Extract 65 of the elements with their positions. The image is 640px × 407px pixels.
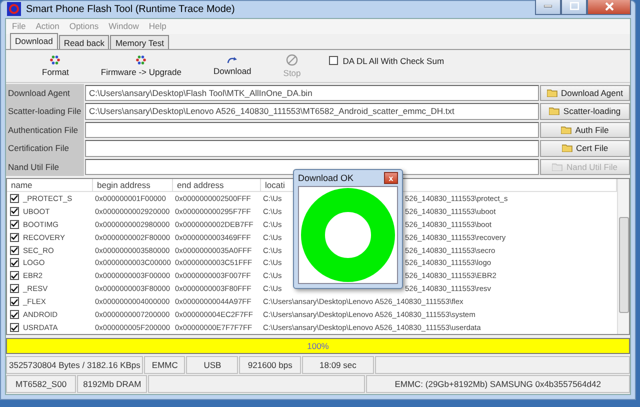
field-label: Nand Util File bbox=[6, 158, 84, 176]
dotted-circle-icon bbox=[50, 54, 60, 64]
row-checkbox[interactable] bbox=[10, 258, 19, 268]
close-icon bbox=[604, 2, 614, 11]
status-field: 921600 bps bbox=[239, 356, 301, 374]
row-checkbox[interactable] bbox=[10, 206, 19, 216]
field-label: Scatter-loading File bbox=[6, 102, 84, 120]
path-field[interactable]: C:\Users\ansary\Desktop\Flash Tool\MTK_AllInOne_DA.bin bbox=[85, 84, 539, 101]
minimize-icon bbox=[544, 4, 552, 8]
close-button[interactable]: x bbox=[384, 172, 398, 184]
stop-icon bbox=[286, 54, 298, 66]
status-field: 18:09 sec bbox=[302, 356, 374, 374]
row-checkbox[interactable] bbox=[10, 232, 19, 242]
column-header[interactable]: end address bbox=[173, 179, 261, 191]
status-field: 8192Mb DRAM bbox=[77, 375, 148, 393]
browse-button[interactable]: Cert File bbox=[540, 140, 630, 156]
toolbar-button[interactable]: Download bbox=[197, 56, 268, 76]
field-label: Authentication File bbox=[6, 120, 84, 139]
toolbar-button[interactable]: Firmware -> Upgrade bbox=[84, 54, 198, 76]
folder-icon bbox=[561, 126, 572, 134]
app-icon bbox=[7, 2, 21, 16]
maximize-icon bbox=[570, 2, 578, 10]
field-label: Download Agent bbox=[6, 84, 84, 102]
maximize-button[interactable] bbox=[561, 0, 587, 15]
path-field[interactable] bbox=[85, 122, 539, 138]
row-checkbox[interactable] bbox=[10, 284, 19, 294]
row-checkbox[interactable] bbox=[10, 323, 19, 332]
minimize-button[interactable] bbox=[535, 0, 561, 15]
field-label: Certification File bbox=[6, 139, 84, 158]
row-checkbox[interactable] bbox=[10, 271, 19, 280]
progress-label: 100% bbox=[307, 341, 329, 351]
column-header[interactable]: name bbox=[7, 179, 93, 191]
row-checkbox[interactable] bbox=[10, 297, 19, 306]
ring-icon bbox=[300, 187, 396, 283]
status-field: EMMC: (29Gb+8192Mb) SAMSUNG 0x4b3557564d42 bbox=[366, 375, 630, 393]
close-button[interactable] bbox=[587, 0, 631, 15]
row-checkbox[interactable] bbox=[10, 194, 19, 203]
browse-button[interactable]: Auth File bbox=[540, 122, 630, 138]
column-header[interactable]: begin address bbox=[93, 179, 173, 191]
path-field[interactable] bbox=[85, 140, 539, 156]
status-field: MT6582_S00 bbox=[6, 375, 76, 393]
folder-icon bbox=[552, 162, 564, 171]
curved-arrow-icon bbox=[226, 56, 238, 64]
checkbox-label: DA DL All With Check Sum bbox=[342, 56, 444, 66]
folder-icon bbox=[562, 144, 573, 152]
window-title: Smart Phone Flash Tool (Runtime Trace Mode) bbox=[26, 4, 235, 15]
browse-button[interactable]: Scatter-loading bbox=[540, 103, 630, 120]
tab[interactable]: Memory Test bbox=[110, 34, 169, 48]
folder-icon bbox=[547, 88, 558, 97]
tab[interactable]: Download bbox=[10, 32, 58, 48]
path-field[interactable] bbox=[85, 158, 539, 175]
row-checkbox[interactable] bbox=[10, 310, 19, 320]
status-field: USB bbox=[186, 356, 238, 374]
row-checkbox[interactable] bbox=[10, 246, 19, 255]
tab[interactable]: Read back bbox=[58, 34, 110, 48]
status-field: EMMC bbox=[144, 356, 186, 374]
status-field: 3525730804 Bytes / 3182.16 KBps bbox=[6, 356, 144, 374]
checkbox[interactable] bbox=[328, 56, 338, 65]
toolbar-button[interactable]: Format bbox=[26, 54, 85, 76]
row-checkbox[interactable] bbox=[10, 220, 19, 229]
path-field[interactable]: C:\Users\ansary\Desktop\Lenovo A526_140830_111553\MT6582_Android_scatter_emmc_DH.txt bbox=[85, 103, 539, 120]
browse-button[interactable]: Download Agent bbox=[540, 84, 630, 101]
scrollbar[interactable] bbox=[617, 179, 629, 334]
folder-icon bbox=[549, 107, 560, 116]
dotted-circle-icon bbox=[136, 54, 146, 64]
